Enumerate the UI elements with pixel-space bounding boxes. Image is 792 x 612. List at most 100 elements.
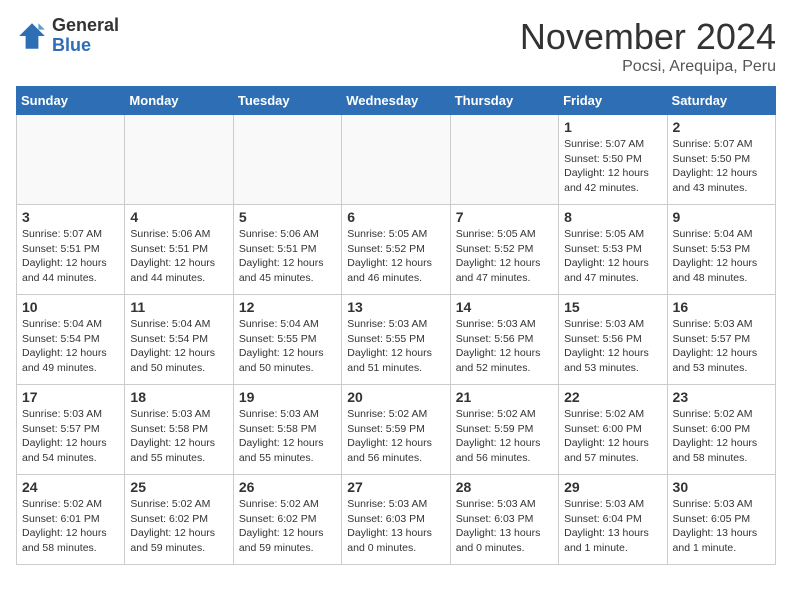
logo: General Blue xyxy=(16,16,119,56)
day-cell-4: 4 Sunrise: 5:06 AMSunset: 5:51 PMDaylight… xyxy=(125,205,233,295)
day-header-saturday: Saturday xyxy=(667,87,775,115)
day-info: Sunrise: 5:03 AMSunset: 5:57 PMDaylight:… xyxy=(22,407,119,466)
day-number: 14 xyxy=(456,299,553,315)
day-cell-2: 2Sunrise: 5:07 AMSunset: 5:50 PMDaylight… xyxy=(667,115,775,205)
day-info: Sunrise: 5:06 AMSunset: 5:51 PMDaylight:… xyxy=(130,227,227,286)
day-cell-12: 12Sunrise: 5:04 AMSunset: 5:55 PMDayligh… xyxy=(233,295,341,385)
day-cell-28: 28 Sunrise: 5:03 AMSunset: 6:03 PMDayligh… xyxy=(450,475,558,565)
empty-cell xyxy=(233,115,341,205)
week-row-1: 1 Sunrise: 5:07 AMSunset: 5:50 PMDaylight… xyxy=(17,115,776,205)
day-info: Sunrise: 5:04 AMSunset: 5:55 PMDaylight:… xyxy=(239,317,336,376)
page-header: General Blue November 2024 Pocsi, Arequi… xyxy=(16,16,776,76)
day-info: Sunrise: 5:05 AMSunset: 5:52 PMDaylight:… xyxy=(456,227,553,286)
day-number: 1 xyxy=(564,119,661,135)
location: Pocsi, Arequipa, Peru xyxy=(520,58,776,76)
day-number: 17 xyxy=(22,389,119,405)
day-info: Sunrise: 5:03 AMSunset: 5:56 PMDaylight:… xyxy=(456,317,553,376)
day-header-wednesday: Wednesday xyxy=(342,87,450,115)
day-cell-10: 10Sunrise: 5:04 AMSunset: 5:54 PMDayligh… xyxy=(17,295,125,385)
day-number: 15 xyxy=(564,299,661,315)
day-info: Sunrise: 5:03 AMSunset: 6:03 PMDaylight:… xyxy=(347,497,444,556)
day-cell-24: 24 Sunrise: 5:02 AMSunset: 6:01 PMDayligh… xyxy=(17,475,125,565)
day-cell-19: 19 Sunrise: 5:03 AMSunset: 5:58 PMDayligh… xyxy=(233,385,341,475)
day-info: Sunrise: 5:03 AMSunset: 5:58 PMDaylight:… xyxy=(130,407,227,466)
day-number: 28 xyxy=(456,479,553,495)
day-info: Sunrise: 5:05 AMSunset: 5:53 PMDaylight:… xyxy=(564,227,661,286)
day-cell-26: 26 Sunrise: 5:02 AMSunset: 6:02 PMDayligh… xyxy=(233,475,341,565)
day-info: Sunrise: 5:02 AMSunset: 5:59 PMDaylight:… xyxy=(347,407,444,466)
day-number: 9 xyxy=(673,209,770,225)
day-number: 23 xyxy=(673,389,770,405)
day-cell-30: 30Sunrise: 5:03 AMSunset: 6:05 PMDayligh… xyxy=(667,475,775,565)
day-number: 4 xyxy=(130,209,227,225)
day-cell-3: 3 Sunrise: 5:07 AMSunset: 5:51 PMDaylight… xyxy=(17,205,125,295)
day-info: Sunrise: 5:03 AMSunset: 5:55 PMDaylight:… xyxy=(347,317,444,376)
day-info: Sunrise: 5:07 AMSunset: 5:50 PMDaylight:… xyxy=(564,137,661,196)
title-block: November 2024 Pocsi, Arequipa, Peru xyxy=(520,16,776,76)
day-info: Sunrise: 5:04 AMSunset: 5:53 PMDaylight:… xyxy=(673,227,770,286)
day-info: Sunrise: 5:02 AMSunset: 6:00 PMDaylight:… xyxy=(673,407,770,466)
day-info: Sunrise: 5:03 AMSunset: 6:05 PMDaylight:… xyxy=(673,497,770,556)
day-cell-1: 1 Sunrise: 5:07 AMSunset: 5:50 PMDaylight… xyxy=(559,115,667,205)
empty-cell xyxy=(342,115,450,205)
day-number: 29 xyxy=(564,479,661,495)
day-cell-5: 5Sunrise: 5:06 AMSunset: 5:51 PMDaylight… xyxy=(233,205,341,295)
day-info: Sunrise: 5:03 AMSunset: 5:58 PMDaylight:… xyxy=(239,407,336,466)
week-row-4: 17 Sunrise: 5:03 AMSunset: 5:57 PMDayligh… xyxy=(17,385,776,475)
calendar-body: 1 Sunrise: 5:07 AMSunset: 5:50 PMDaylight… xyxy=(17,115,776,565)
day-cell-18: 18 Sunrise: 5:03 AMSunset: 5:58 PMDayligh… xyxy=(125,385,233,475)
day-header-tuesday: Tuesday xyxy=(233,87,341,115)
day-cell-15: 15 Sunrise: 5:03 AMSunset: 5:56 PMDayligh… xyxy=(559,295,667,385)
day-number: 8 xyxy=(564,209,661,225)
day-number: 27 xyxy=(347,479,444,495)
day-cell-22: 22Sunrise: 5:02 AMSunset: 6:00 PMDayligh… xyxy=(559,385,667,475)
day-cell-27: 27 Sunrise: 5:03 AMSunset: 6:03 PMDayligh… xyxy=(342,475,450,565)
day-header-sunday: Sunday xyxy=(17,87,125,115)
day-number: 18 xyxy=(130,389,227,405)
day-cell-6: 6Sunrise: 5:05 AMSunset: 5:52 PMDaylight… xyxy=(342,205,450,295)
day-info: Sunrise: 5:06 AMSunset: 5:51 PMDaylight:… xyxy=(239,227,336,286)
day-header-friday: Friday xyxy=(559,87,667,115)
empty-cell xyxy=(125,115,233,205)
day-info: Sunrise: 5:03 AMSunset: 5:57 PMDaylight:… xyxy=(673,317,770,376)
day-number: 20 xyxy=(347,389,444,405)
day-info: Sunrise: 5:03 AMSunset: 5:56 PMDaylight:… xyxy=(564,317,661,376)
calendar-header-row: SundayMondayTuesdayWednesdayThursdayFrid… xyxy=(17,87,776,115)
week-row-2: 3 Sunrise: 5:07 AMSunset: 5:51 PMDaylight… xyxy=(17,205,776,295)
day-info: Sunrise: 5:02 AMSunset: 6:02 PMDaylight:… xyxy=(239,497,336,556)
day-info: Sunrise: 5:02 AMSunset: 6:02 PMDaylight:… xyxy=(130,497,227,556)
day-number: 25 xyxy=(130,479,227,495)
day-cell-7: 7Sunrise: 5:05 AMSunset: 5:52 PMDaylight… xyxy=(450,205,558,295)
week-row-5: 24 Sunrise: 5:02 AMSunset: 6:01 PMDayligh… xyxy=(17,475,776,565)
day-number: 19 xyxy=(239,389,336,405)
day-number: 13 xyxy=(347,299,444,315)
day-info: Sunrise: 5:07 AMSunset: 5:51 PMDaylight:… xyxy=(22,227,119,286)
day-number: 3 xyxy=(22,209,119,225)
day-info: Sunrise: 5:02 AMSunset: 6:00 PMDaylight:… xyxy=(564,407,661,466)
day-info: Sunrise: 5:03 AMSunset: 6:03 PMDaylight:… xyxy=(456,497,553,556)
day-cell-20: 20 Sunrise: 5:02 AMSunset: 5:59 PMDayligh… xyxy=(342,385,450,475)
day-info: Sunrise: 5:04 AMSunset: 5:54 PMDaylight:… xyxy=(130,317,227,376)
empty-cell xyxy=(450,115,558,205)
day-number: 26 xyxy=(239,479,336,495)
day-number: 2 xyxy=(673,119,770,135)
day-info: Sunrise: 5:02 AMSunset: 5:59 PMDaylight:… xyxy=(456,407,553,466)
logo-icon xyxy=(16,20,48,52)
empty-cell xyxy=(17,115,125,205)
day-number: 24 xyxy=(22,479,119,495)
day-info: Sunrise: 5:02 AMSunset: 6:01 PMDaylight:… xyxy=(22,497,119,556)
day-cell-9: 9 Sunrise: 5:04 AMSunset: 5:53 PMDaylight… xyxy=(667,205,775,295)
day-cell-8: 8 Sunrise: 5:05 AMSunset: 5:53 PMDaylight… xyxy=(559,205,667,295)
day-cell-21: 21 Sunrise: 5:02 AMSunset: 5:59 PMDayligh… xyxy=(450,385,558,475)
day-cell-17: 17 Sunrise: 5:03 AMSunset: 5:57 PMDayligh… xyxy=(17,385,125,475)
calendar-table: SundayMondayTuesdayWednesdayThursdayFrid… xyxy=(16,86,776,565)
month-title: November 2024 xyxy=(520,16,776,58)
day-cell-16: 16Sunrise: 5:03 AMSunset: 5:57 PMDayligh… xyxy=(667,295,775,385)
day-cell-11: 11Sunrise: 5:04 AMSunset: 5:54 PMDayligh… xyxy=(125,295,233,385)
day-number: 21 xyxy=(456,389,553,405)
day-cell-14: 14 Sunrise: 5:03 AMSunset: 5:56 PMDayligh… xyxy=(450,295,558,385)
day-info: Sunrise: 5:05 AMSunset: 5:52 PMDaylight:… xyxy=(347,227,444,286)
day-info: Sunrise: 5:03 AMSunset: 6:04 PMDaylight:… xyxy=(564,497,661,556)
day-cell-23: 23 Sunrise: 5:02 AMSunset: 6:00 PMDayligh… xyxy=(667,385,775,475)
week-row-3: 10Sunrise: 5:04 AMSunset: 5:54 PMDayligh… xyxy=(17,295,776,385)
